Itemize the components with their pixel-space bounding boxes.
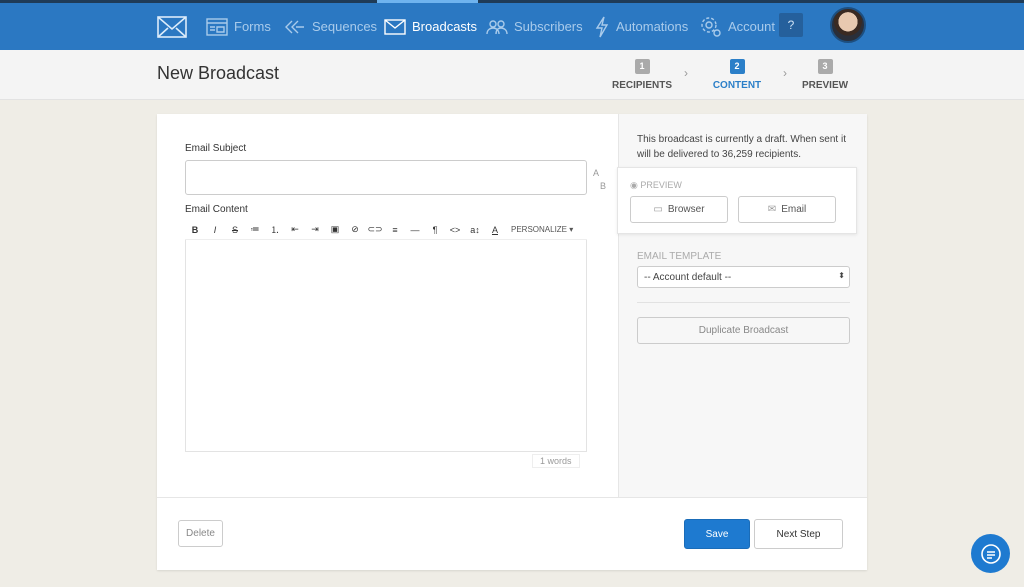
preview-label-text: PREVIEW [640,180,682,190]
italic-icon[interactable]: I [205,225,225,235]
link-icon[interactable]: ⊂⊃ [365,224,385,235]
sidebar-panel: This broadcast is currently a draft. Whe… [617,114,867,497]
card-footer: Delete Save Next Step [157,497,867,570]
top-nav: Forms Sequences Broadcasts Subscribers A… [0,3,1024,50]
step-number: 1 [634,59,650,74]
next-step-button[interactable]: Next Step [754,519,843,549]
select-arrows-icon: ⬍ [838,271,845,280]
paragraph-icon[interactable]: ¶ [425,225,445,235]
eye-icon: ◉ [630,180,641,190]
step-label: PREVIEW [801,80,849,91]
ab-a: A [593,168,600,178]
avatar[interactable] [830,7,866,43]
numbered-list-icon[interactable]: ⒈ [265,223,285,236]
draft-notice: This broadcast is currently a draft. Whe… [637,134,846,160]
subscribers-icon [486,19,508,34]
nav-forms[interactable]: Forms [206,3,271,50]
align-icon[interactable]: ≡ [385,225,405,235]
sequences-icon [285,20,304,33]
template-select[interactable]: -- Account default -- ⬍ [637,266,850,288]
chat-icon [980,543,1001,564]
save-button[interactable]: Save [684,519,750,549]
nav-label: Subscribers [514,19,583,34]
content-label: Email Content [185,204,248,215]
step-label: CONTENT [712,80,762,91]
step-recipients[interactable]: 1 RECIPIENTS [602,59,682,91]
bullet-list-icon[interactable]: ≔ [245,224,265,235]
content-editor[interactable] [185,240,587,452]
nav-subscribers[interactable]: Subscribers [486,3,583,50]
delete-button[interactable]: Delete [178,520,223,547]
attachment-icon[interactable]: ⊘ [345,224,365,235]
envelope-icon [384,18,406,35]
nav-label: Sequences [312,19,378,34]
envelope-icon: ✉ [767,204,777,215]
button-label: Email [781,204,807,215]
outdent-icon[interactable]: ⇤ [285,224,305,235]
nav-label: Forms [234,19,271,34]
nav-label: Account [728,19,775,34]
step-number: 3 [817,59,833,74]
page-header: New Broadcast 1 RECIPIENTS › 2 CONTENT › 3… [0,50,1024,100]
broadcast-card: Email Subject AB Email Content B I S ≔ ⒈… [157,114,867,570]
email-preview-button[interactable]: ✉ Email [738,196,836,223]
chat-button[interactable] [971,534,1010,573]
button-label: Browser [667,204,705,215]
logo-envelope-icon [157,15,187,38]
step-number: 2 [729,59,745,74]
duplicate-broadcast-button[interactable]: Duplicate Broadcast [637,317,850,344]
editor-toolbar: B I S ≔ ⒈ ⇤ ⇥ ▣ ⊘ ⊂⊃ ≡ — ¶ <> a↕ A PERSO… [185,220,587,240]
divider [637,302,850,303]
nav-sequences[interactable]: Sequences [284,3,377,50]
browser-preview-button[interactable]: ▭ Browser [630,196,728,223]
step-preview[interactable]: 3 PREVIEW [785,59,865,91]
horizontal-rule-icon[interactable]: — [405,225,425,235]
subject-label: Email Subject [185,143,247,154]
nav-automations[interactable]: Automations [594,3,688,50]
lightning-icon [595,16,609,37]
bold-icon[interactable]: B [185,225,205,235]
template-value: -- Account default -- [644,272,732,283]
indent-icon[interactable]: ⇥ [305,224,325,235]
nav-broadcasts[interactable]: Broadcasts [384,3,477,50]
preview-box: ◉ PREVIEW ▭ Browser ✉ Email [617,167,857,234]
browser-icon: ▭ [653,204,663,215]
text-color-icon[interactable]: A [485,225,505,235]
step-label: RECIPIENTS [611,80,672,91]
chevron-right-icon: › [684,66,688,80]
page-title: New Broadcast [157,63,280,83]
step-content[interactable]: 2 CONTENT [697,59,777,91]
code-icon[interactable]: <> [445,225,465,235]
ab-b: B [600,181,607,191]
ab-test-button[interactable]: AB [593,167,606,193]
template-label: EMAIL TEMPLATE [637,251,722,262]
preview-label: ◉ PREVIEW [630,180,682,191]
logo[interactable] [157,3,187,50]
strikethrough-icon[interactable]: S [225,225,245,235]
nav-label: Broadcasts [412,19,478,34]
nav-account[interactable]: Account [700,3,775,50]
subject-input[interactable] [185,160,587,195]
help-button[interactable]: ? [779,13,803,37]
font-size-icon[interactable]: a↕ [465,225,485,235]
personalize-dropdown[interactable]: PERSONALIZE ▾ [511,225,573,234]
gear-icon [701,16,721,37]
forms-icon [206,17,228,36]
nav-label: Automations [616,19,689,34]
word-count: 1 words [532,454,580,468]
image-icon[interactable]: ▣ [325,224,345,235]
